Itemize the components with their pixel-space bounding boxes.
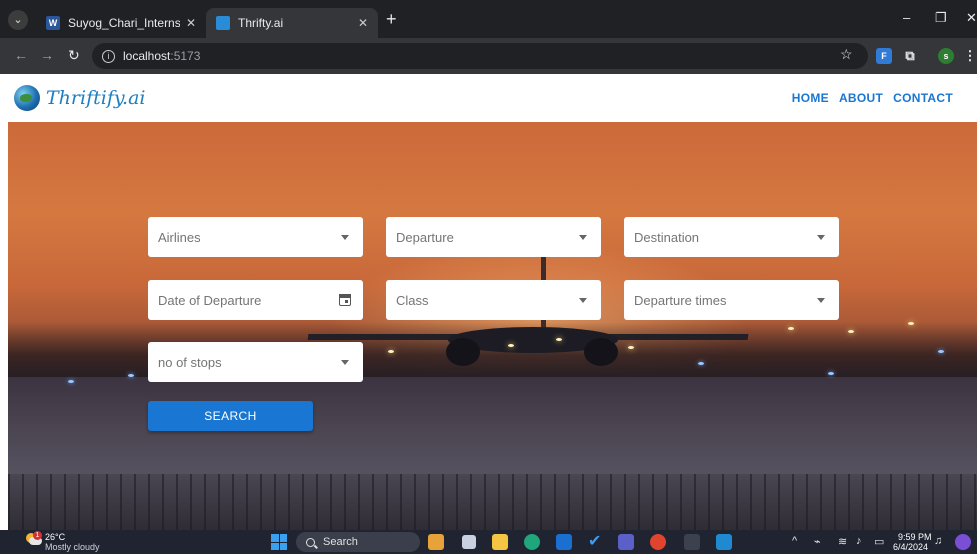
volume-icon[interactable]: ♪: [856, 535, 862, 547]
departure-select[interactable]: Departure: [386, 217, 601, 257]
weather-temperature[interactable]: 26°C: [45, 533, 65, 542]
globe-logo-icon[interactable]: [14, 85, 40, 111]
tab-search-chevron-icon[interactable]: ⌄: [8, 10, 28, 30]
restore-icon[interactable]: ❐: [935, 10, 947, 26]
dropdown-arrow-icon: [817, 297, 825, 303]
network-icon[interactable]: ⌁: [814, 535, 821, 548]
dropdown-arrow-icon: [817, 234, 825, 240]
new-tab-plus-icon[interactable]: +: [386, 10, 397, 28]
copilot-icon[interactable]: [955, 534, 971, 550]
edge-browser-icon[interactable]: [524, 534, 540, 550]
close-tab-icon[interactable]: ✕: [358, 16, 368, 30]
reload-icon[interactable]: ↻: [68, 47, 80, 64]
dropdown-arrow-icon: [579, 297, 587, 303]
dropdown-arrow-icon: [341, 359, 349, 365]
destination-select[interactable]: Destination: [624, 217, 839, 257]
url-port: :5173: [170, 49, 201, 63]
chrome-icon[interactable]: [650, 534, 666, 550]
windows-start-icon[interactable]: [271, 534, 287, 550]
runway-light: [938, 350, 944, 353]
taskbar-search-label: Search: [323, 536, 358, 548]
profile-avatar[interactable]: s: [938, 48, 954, 64]
taskbar-search[interactable]: Search: [296, 532, 420, 552]
main-nav: HOME ABOUT CONTACT: [792, 91, 953, 105]
battery-icon[interactable]: ▭: [874, 535, 884, 548]
stops-label: no of stops: [158, 354, 222, 370]
runway-light: [908, 322, 914, 325]
tray-chevron-up-icon[interactable]: ^: [792, 535, 797, 547]
departure-label: Departure: [396, 229, 454, 245]
bookmark-star-icon[interactable]: ☆: [840, 46, 853, 63]
url-host: localhost: [123, 49, 171, 63]
outlook-icon[interactable]: [556, 534, 572, 550]
site-favicon-icon: [216, 16, 230, 30]
airport-fence: [8, 474, 977, 530]
site-info-icon[interactable]: i: [102, 49, 115, 63]
dropdown-arrow-icon: [579, 234, 587, 240]
tab-title: Thrifty.ai: [238, 16, 284, 30]
site-header: Thriftify.ai HOME ABOUT CONTACT: [0, 74, 977, 122]
stops-select[interactable]: no of stops: [148, 342, 363, 382]
departure-times-label: Departure times: [634, 292, 727, 308]
task-view-icon[interactable]: [462, 535, 476, 549]
runway-light: [556, 338, 562, 341]
date-of-departure-input[interactable]: Date of Departure: [148, 280, 363, 320]
destination-label: Destination: [634, 229, 700, 245]
taskbar-date[interactable]: 6/4/2024: [893, 542, 928, 552]
browser-tab-strip: ⌄ W Suyog_Chari_InternshipReport.d ✕ Thr…: [0, 0, 977, 38]
widgets-icon[interactable]: [428, 534, 444, 550]
close-window-icon[interactable]: ✕: [966, 10, 977, 26]
runway-light: [508, 344, 514, 347]
calendar-icon[interactable]: [338, 293, 351, 306]
runway-light: [788, 327, 794, 330]
runway-light: [68, 380, 74, 383]
browser-tab-report[interactable]: W Suyog_Chari_InternshipReport.d ✕: [36, 8, 206, 38]
class-label: Class: [396, 292, 429, 308]
forward-arrow-icon[interactable]: →: [40, 47, 54, 63]
search-button[interactable]: SEARCH: [148, 401, 313, 431]
nav-home-link[interactable]: HOME: [792, 91, 829, 105]
runway-light: [698, 362, 704, 365]
terminal-icon[interactable]: [684, 534, 700, 550]
airlines-label: Airlines: [158, 229, 201, 245]
hero-background: [8, 122, 977, 530]
file-explorer-icon[interactable]: [492, 534, 508, 550]
airlines-select[interactable]: Airlines: [148, 217, 363, 257]
weather-badge: 1: [33, 531, 42, 540]
wifi-icon[interactable]: ≋: [838, 535, 847, 548]
departure-times-select[interactable]: Departure times: [624, 280, 839, 320]
windows-taskbar: 1 26°C Mostly cloudy Search ✔ ^ ⌁ ≋ ♪ ▭ …: [0, 530, 977, 554]
extension-icon[interactable]: F: [876, 48, 892, 64]
browser-menu-icon[interactable]: ⋮: [962, 48, 977, 64]
extensions-puzzle-icon[interactable]: ⧉: [902, 48, 918, 64]
runway-light: [628, 346, 634, 349]
close-tab-icon[interactable]: ✕: [186, 16, 196, 30]
class-select[interactable]: Class: [386, 280, 601, 320]
date-of-departure-label: Date of Departure: [158, 292, 262, 308]
browser-tab-thrifty[interactable]: Thrifty.ai ✕: [206, 8, 378, 38]
tab-title: Suyog_Chari_InternshipReport.d: [68, 16, 180, 30]
vscode-icon[interactable]: [716, 534, 732, 550]
airplane-engine: [584, 338, 618, 366]
todo-check-icon[interactable]: ✔: [588, 534, 604, 550]
browser-toolbar: ← → ↻ i localhost:5173 ☆ F ⧉ s ⋮: [0, 38, 977, 74]
notifications-bell-icon[interactable]: ♫: [934, 535, 942, 547]
runway-light: [128, 374, 134, 377]
nav-contact-link[interactable]: CONTACT: [893, 91, 953, 105]
back-arrow-icon[interactable]: ←: [14, 47, 28, 63]
taskbar-time[interactable]: 9:59 PM: [898, 532, 932, 542]
dropdown-arrow-icon: [341, 234, 349, 240]
address-bar[interactable]: i localhost:5173: [92, 43, 868, 69]
airplane-engine: [446, 338, 480, 366]
runway-light: [828, 372, 834, 375]
nav-about-link[interactable]: ABOUT: [839, 91, 883, 105]
teams-icon[interactable]: [618, 534, 634, 550]
runway-light: [848, 330, 854, 333]
search-icon: [306, 537, 315, 547]
brand-logo-text[interactable]: Thriftify.ai: [46, 87, 146, 109]
minimize-icon[interactable]: –: [903, 10, 910, 25]
weather-description[interactable]: Mostly cloudy: [45, 543, 100, 552]
runway-light: [388, 350, 394, 353]
word-icon: W: [46, 16, 60, 30]
